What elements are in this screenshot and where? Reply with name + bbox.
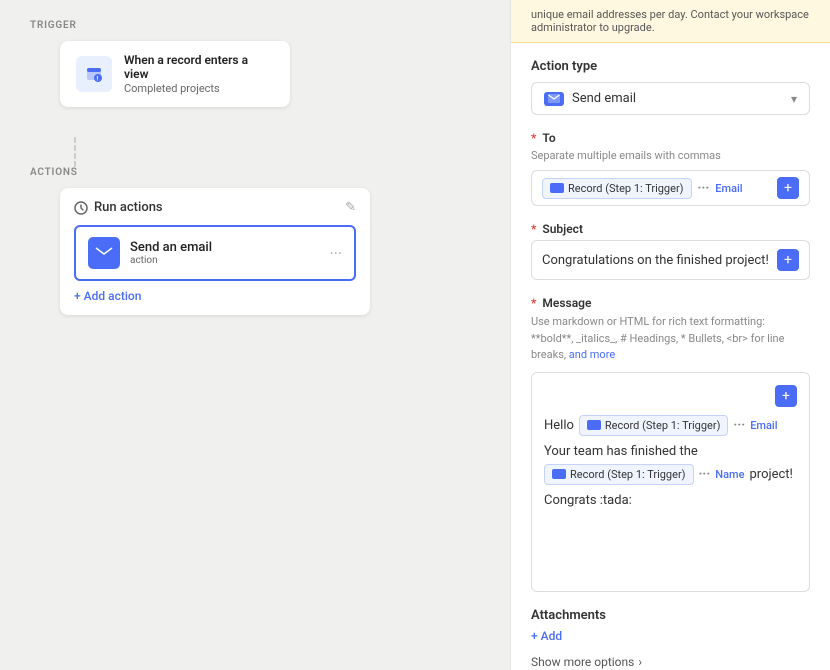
actions-card: Run actions ✎ Send an email action ··· bbox=[60, 188, 370, 315]
msg-tag-1: Record (Step 1: Trigger) bbox=[579, 415, 729, 436]
message-label: * Message bbox=[531, 296, 810, 310]
email-icon-box bbox=[88, 237, 120, 269]
send-email-label: Send email bbox=[572, 91, 783, 106]
record-icon-msg2 bbox=[552, 469, 566, 479]
clock-icon bbox=[74, 201, 88, 215]
subject-section: * Subject Congratulations on the finishe… bbox=[531, 222, 810, 280]
add-attachment-button[interactable]: + Add bbox=[531, 629, 810, 643]
message-plus-button[interactable]: + bbox=[775, 385, 797, 407]
to-section: * To Separate multiple emails with comma… bbox=[531, 131, 810, 206]
trigger-card[interactable]: ! When a record enters a view Completed … bbox=[60, 41, 290, 107]
subject-text: Congratulations on the finished project! bbox=[542, 253, 769, 268]
msg-tag1-text: Record (Step 1: Trigger) bbox=[605, 419, 721, 432]
trigger-icon: ! bbox=[76, 56, 112, 92]
trigger-text: When a record enters a view Completed pr… bbox=[124, 53, 274, 95]
subject-input[interactable]: Congratulations on the finished project!… bbox=[531, 240, 810, 280]
project-suffix: project! bbox=[750, 467, 793, 482]
edit-icon[interactable]: ✎ bbox=[345, 200, 356, 215]
email-icon bbox=[95, 244, 113, 262]
trigger-title: When a record enters a view bbox=[124, 53, 274, 81]
warning-text: unique email addresses per day. Contact … bbox=[531, 8, 809, 34]
to-sublabel: Separate multiple emails with commas bbox=[531, 149, 810, 162]
trigger-subtitle: Completed projects bbox=[124, 82, 274, 95]
message-box[interactable]: + Hello Record (Step 1: Trigger) ··· Ema… bbox=[531, 372, 810, 592]
msg-tag2-text: Record (Step 1: Trigger) bbox=[570, 468, 686, 481]
attachments-section: Attachments + Add bbox=[531, 608, 810, 643]
subject-plus-button[interactable]: + bbox=[777, 249, 799, 271]
action-name: Send an email bbox=[130, 240, 319, 255]
attachments-label: Attachments bbox=[531, 608, 810, 623]
to-label: * To bbox=[531, 131, 810, 145]
message-hello-row: Hello Record (Step 1: Trigger) ··· Email bbox=[544, 415, 797, 436]
message-sublabel: Use markdown or HTML for rich text forma… bbox=[531, 314, 810, 364]
actions-section: ACTIONS Run actions ✎ bbox=[30, 167, 480, 315]
msg-field2: Name bbox=[715, 468, 744, 481]
message-congrats: Congrats :tada: bbox=[544, 493, 797, 508]
msg-tag-2: Record (Step 1: Trigger) bbox=[544, 464, 694, 485]
subject-label: * Subject bbox=[531, 222, 810, 236]
msg-field1: Email bbox=[750, 419, 777, 432]
actions-label: ACTIONS bbox=[30, 167, 480, 178]
record-icon bbox=[550, 183, 564, 193]
dot-sep-3: ··· bbox=[699, 467, 711, 482]
to-field-label: Email bbox=[715, 182, 742, 195]
show-more-button[interactable]: Show more options › bbox=[531, 655, 810, 669]
hello-text: Hello bbox=[544, 418, 574, 433]
add-action-label: + Add action bbox=[74, 289, 141, 303]
left-panel: TRIGGER ! When a record enters a view Co… bbox=[0, 0, 510, 670]
record-icon-msg1 bbox=[587, 420, 601, 430]
add-label: + Add bbox=[531, 629, 562, 643]
action-menu-icon[interactable]: ··· bbox=[329, 244, 342, 263]
to-record-tag: Record (Step 1: Trigger) bbox=[542, 178, 692, 199]
right-panel: unique email addresses per day. Contact … bbox=[510, 0, 830, 670]
dot-sep-2: ··· bbox=[733, 418, 745, 433]
chevron-down-icon: ▾ bbox=[791, 92, 797, 106]
trigger-section: TRIGGER ! When a record enters a view Co… bbox=[30, 20, 480, 107]
envelope-icon bbox=[544, 92, 564, 106]
trigger-label: TRIGGER bbox=[30, 20, 480, 31]
chevron-right-icon: › bbox=[638, 655, 642, 669]
envelope-svg bbox=[548, 94, 560, 103]
message-box-top: + bbox=[544, 385, 797, 407]
team-text: Your team has finished the bbox=[544, 444, 698, 459]
actions-header-left: Run actions bbox=[74, 200, 163, 215]
show-more-label: Show more options bbox=[531, 655, 634, 669]
warning-bar: unique email addresses per day. Contact … bbox=[511, 0, 830, 43]
to-plus-button[interactable]: + bbox=[777, 177, 799, 199]
run-actions-label: Run actions bbox=[94, 200, 163, 215]
dot-separator: ··· bbox=[698, 181, 710, 196]
and-more-link[interactable]: and more bbox=[569, 348, 615, 361]
to-tag-row[interactable]: Record (Step 1: Trigger) ··· Email + bbox=[531, 170, 810, 206]
action-type-label: Action type bbox=[531, 59, 810, 74]
actions-header: Run actions ✎ bbox=[74, 200, 356, 215]
message-team-row: Your team has finished the Record (Step … bbox=[544, 444, 797, 485]
action-type-dropdown[interactable]: Send email ▾ bbox=[531, 82, 810, 115]
message-section: * Message Use markdown or HTML for rich … bbox=[531, 296, 810, 592]
action-sublabel: action bbox=[130, 255, 319, 266]
add-action-button[interactable]: + Add action bbox=[74, 289, 356, 303]
action-type-section: Action type Send email ▾ bbox=[531, 59, 810, 115]
action-item[interactable]: Send an email action ··· bbox=[74, 225, 356, 281]
to-tag-text: Record (Step 1: Trigger) bbox=[568, 182, 684, 195]
